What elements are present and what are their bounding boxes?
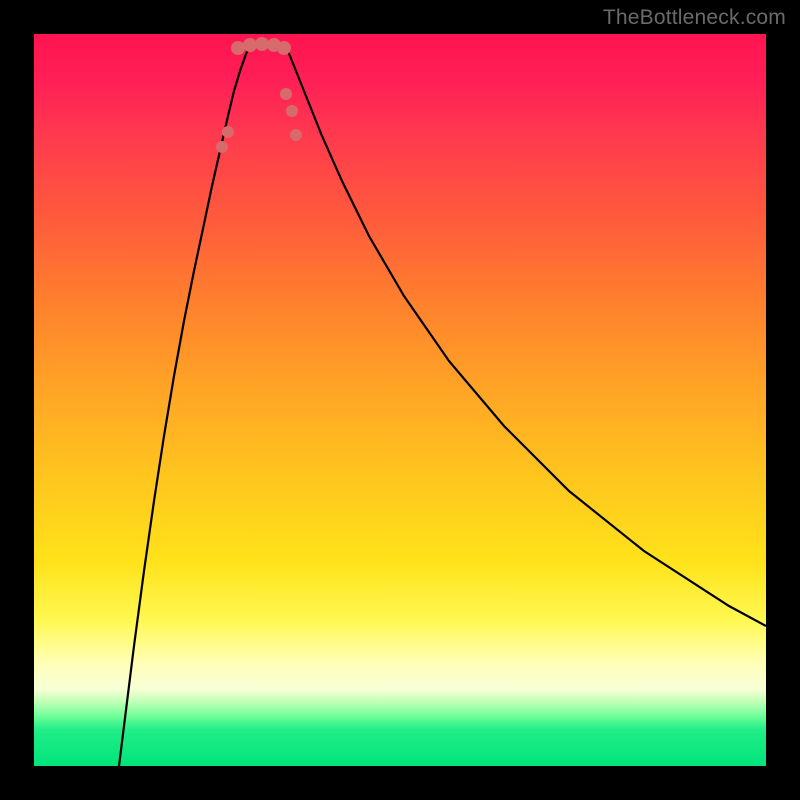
data-point-marker: [290, 129, 302, 141]
data-point-marker: [286, 105, 298, 117]
watermark-text: TheBottleneck.com: [603, 6, 786, 30]
chart-frame: TheBottleneck.com: [0, 0, 800, 800]
data-point-marker: [255, 37, 269, 51]
data-point-marker: [280, 88, 292, 100]
plot-area: [34, 34, 766, 766]
data-point-marker: [216, 141, 228, 153]
data-point-marker: [243, 38, 257, 52]
curve-left: [119, 42, 252, 766]
data-point-marker: [222, 126, 234, 138]
data-point-marker: [231, 41, 245, 55]
curve-right: [284, 42, 766, 626]
data-point-marker: [277, 41, 291, 55]
bottleneck-curve: [34, 34, 766, 766]
